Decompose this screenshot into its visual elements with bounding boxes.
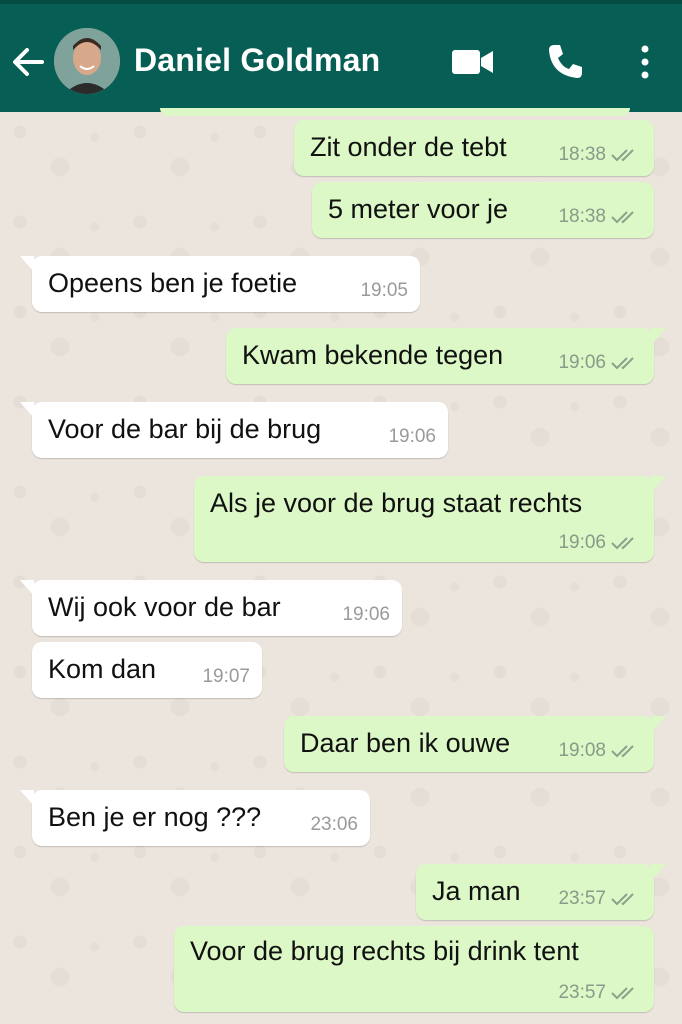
message-bubble-outgoing[interactable]: Kwam bekende tegen 19:06 [226,328,666,384]
read-receipt-icon [611,357,634,370]
message-text: Daar ben ik ouwe [300,728,511,758]
message-text: Ja man [432,876,521,906]
message-meta: 19:06 [558,532,640,554]
message-time: 23:06 [310,814,358,835]
read-receipt-icon [611,149,634,162]
message-bubble-incoming[interactable]: Ben je er nog ??? 23:06 [20,790,370,846]
video-call-icon[interactable] [450,42,496,82]
message-text: Ben je er nog ??? [48,802,262,832]
partial-message-bubble [160,108,630,116]
bubble-tail [652,328,666,344]
chat-header: Daniel Goldman [0,0,682,112]
read-receipt-icon [611,537,634,550]
message-bubble-incoming[interactable]: Voor de bar bij de brug 19:06 [20,402,448,458]
message-time: 18:38 [558,144,606,165]
avatar[interactable] [54,28,120,94]
message-bubble-outgoing[interactable]: Als je voor de brug staat rechts 19:06 [194,476,666,562]
bubble-tail [652,716,666,732]
message-text: Wij ook voor de bar [48,592,281,622]
message-meta: 19:08 [558,740,640,762]
message-meta: 23:57 [558,888,640,910]
message-text: Als je voor de brug staat rechts [210,488,583,518]
message-time: 19:08 [558,740,606,761]
message-meta: 19:06 [558,352,640,374]
message-bubble-outgoing[interactable]: 5 meter voor je 18:38 [312,182,654,238]
message-bubble-incoming[interactable]: Opeens ben je foetie 19:05 [20,256,420,312]
bubble-tail [20,580,34,596]
message-time: 19:06 [558,352,606,373]
more-options-icon[interactable] [632,42,658,82]
message-text: Opeens ben je foetie [48,268,298,298]
read-receipt-icon [611,987,634,1000]
message-time: 23:57 [558,982,606,1003]
message-time: 23:57 [558,888,606,909]
message-bubble-outgoing[interactable]: Voor de brug rechts bij drink tent 23:57 [174,926,654,1012]
read-receipt-icon [611,211,634,224]
message-bubble-outgoing[interactable]: Ja man 23:57 [416,864,666,920]
bubble-tail [652,476,666,492]
message-bubble-outgoing[interactable]: Daar ben ik ouwe 19:08 [284,716,666,772]
message-text: Zit onder de tebt [310,132,507,162]
contact-name[interactable]: Daniel Goldman [134,42,380,79]
message-time: 18:38 [558,206,606,227]
message-text: Kom dan [48,654,157,684]
message-text: Kwam bekende tegen [242,340,504,370]
message-time: 19:06 [342,604,390,625]
message-text: Voor de bar bij de brug [48,414,322,444]
message-meta: 23:57 [558,982,640,1004]
message-time: 19:05 [360,280,408,301]
message-bubble-incoming[interactable]: Kom dan 19:07 [32,642,262,698]
read-receipt-icon [611,893,634,906]
message-time: 19:06 [388,426,436,447]
back-arrow-icon[interactable] [10,42,46,82]
message-meta: 18:38 [558,144,640,166]
bubble-tail [20,790,34,806]
message-text: 5 meter voor je [328,194,509,224]
bubble-tail [652,864,666,880]
message-text: Voor de brug rechts bij drink tent [190,936,579,966]
phone-call-icon[interactable] [545,42,585,82]
message-bubble-outgoing[interactable]: Zit onder de tebt 18:38 [294,120,654,176]
read-receipt-icon [611,745,634,758]
message-bubble-incoming[interactable]: Wij ook voor de bar 19:06 [20,580,402,636]
bubble-tail [20,402,34,418]
message-meta: 18:38 [558,206,640,228]
message-time: 19:07 [202,666,250,687]
bubble-tail [20,256,34,272]
message-time: 19:06 [558,532,606,553]
